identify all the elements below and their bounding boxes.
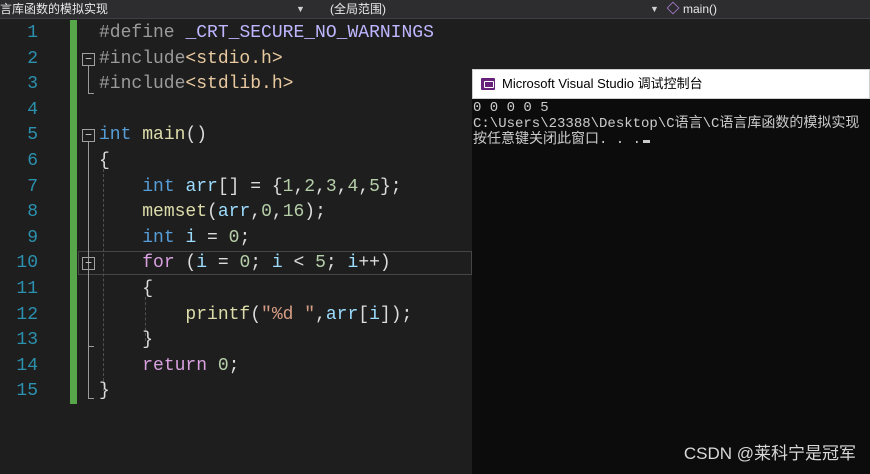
line-number: 12 xyxy=(16,304,38,325)
console-prompt-line: 按任意键关闭此窗口. . . xyxy=(473,132,651,148)
fold-guide xyxy=(88,270,89,346)
console-title-bar[interactable]: Microsoft Visual Studio 调试控制台 xyxy=(472,69,870,99)
project-dropdown[interactable]: 言库函数的模拟实现 xyxy=(0,0,290,18)
line-number: 5 xyxy=(27,125,38,146)
line-number: 11 xyxy=(16,279,38,299)
line-number: 15 xyxy=(16,381,38,402)
line-number: 13 xyxy=(16,330,38,351)
code-line-3: #include<stdlib.h> xyxy=(99,74,294,95)
code-line-6: { xyxy=(99,151,110,171)
text-cursor xyxy=(643,140,651,143)
chevron-down-icon[interactable]: ▼ xyxy=(296,0,305,18)
line-number: 3 xyxy=(27,74,38,95)
change-indicator-bar xyxy=(70,20,77,404)
fold-guide xyxy=(88,398,94,399)
console-prompt: 按任意键关闭此窗口. . . xyxy=(473,132,642,148)
code-line-13: } xyxy=(142,330,154,351)
fold-guide xyxy=(88,346,94,347)
fold-toggle-icon[interactable]: − xyxy=(82,53,95,66)
line-number: 10 xyxy=(16,253,38,274)
line-number: 7 xyxy=(27,176,38,197)
line-number: 8 xyxy=(27,202,38,223)
code-line-11: { xyxy=(142,279,154,299)
line-number: 6 xyxy=(27,151,38,171)
line-number: 1 xyxy=(27,23,38,43)
code-line-5: int main() xyxy=(99,125,208,146)
fold-guide xyxy=(88,93,94,94)
chevron-down-icon[interactable]: ▼ xyxy=(650,0,659,18)
scope-dropdown-label: (全局范围) xyxy=(330,2,386,16)
line-number: 9 xyxy=(27,227,38,248)
fold-toggle-icon[interactable]: − xyxy=(82,257,95,270)
line-number: 4 xyxy=(27,99,38,120)
scope-dropdown[interactable]: (全局范围) xyxy=(330,0,650,18)
console-title: Microsoft Visual Studio 调试控制台 xyxy=(502,76,703,91)
code-line-2: #include<stdio.h> xyxy=(99,48,283,69)
function-dropdown[interactable]: main() xyxy=(667,0,867,18)
navigation-bar: 言库函数的模拟实现 ▼ (全局范围) ▼ main() xyxy=(0,0,870,19)
cube-icon xyxy=(667,1,680,15)
code-line-8: memset(arr,0,16); xyxy=(142,202,326,223)
line-number: 2 xyxy=(27,48,38,69)
function-dropdown-label: main() xyxy=(683,2,718,16)
code-line-9: int i = 0; xyxy=(142,227,251,248)
line-number: 14 xyxy=(16,355,38,376)
debug-console-window[interactable]: Microsoft Visual Studio 调试控制台 0 0 0 0 5 … xyxy=(472,69,870,474)
code-line-15: } xyxy=(99,381,110,402)
code-line-14: return 0; xyxy=(142,355,240,376)
console-output: 0 0 0 0 5 xyxy=(473,100,549,116)
code-line-10: for (i = 0; i < 5; i++) xyxy=(142,253,391,274)
fold-guide xyxy=(88,66,89,93)
fold-toggle-icon[interactable]: − xyxy=(82,129,95,142)
watermark: CSDN @莱科宁是冠军 xyxy=(683,444,856,463)
code-line-7: int arr[] = {1,2,3,4,5}; xyxy=(142,176,402,197)
code-line-1: #define _CRT_SECURE_NO_WARNINGS xyxy=(99,23,434,43)
project-dropdown-label: 言库函数的模拟实现 xyxy=(0,2,109,16)
console-path: C:\Users\23388\Desktop\C语言\C语言库函数的模拟实现 xyxy=(473,116,860,132)
vs-console-icon xyxy=(481,78,495,90)
code-line-12: printf("%d ",arr[i]); xyxy=(185,304,413,325)
